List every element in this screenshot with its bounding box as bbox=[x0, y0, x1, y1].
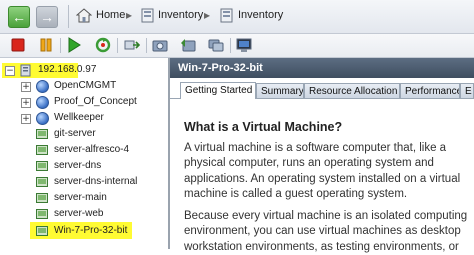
intro-paragraph: A virtual machine is a software computer… bbox=[184, 141, 474, 202]
tree-item[interactable]: server-dns bbox=[54, 158, 101, 173]
vm-details-panel: Win-7-Pro-32-bit Getting Started Summary… bbox=[170, 58, 474, 253]
globe-icon bbox=[36, 112, 49, 125]
expand-icon[interactable]: + bbox=[21, 114, 31, 124]
tab-getting-started[interactable]: Getting Started bbox=[180, 82, 256, 99]
paragraph-line: machine is called a guest operating syst… bbox=[184, 187, 408, 200]
second-paragraph: Because every virtual machine is an isol… bbox=[184, 209, 474, 255]
tab-strip: Getting Started Summary Resource Allocat… bbox=[170, 80, 474, 99]
breadcrumb-separator-icon: ▸ bbox=[204, 8, 211, 22]
revert-icon[interactable] bbox=[180, 37, 196, 53]
paragraph-line: environment, you can use virtual machine… bbox=[184, 225, 461, 238]
paragraph-line: physical computer, runs an operating sys… bbox=[184, 157, 434, 170]
vm-icon bbox=[36, 226, 48, 236]
home-icon[interactable] bbox=[76, 8, 92, 23]
inventory-icon bbox=[220, 8, 233, 23]
snapshot-icon[interactable] bbox=[152, 37, 168, 53]
collapse-icon[interactable]: − bbox=[5, 66, 15, 76]
play-icon[interactable] bbox=[66, 37, 82, 53]
tab-performance[interactable]: Performance bbox=[400, 83, 460, 98]
globe-icon bbox=[36, 80, 49, 93]
vm-icon bbox=[36, 145, 48, 155]
toolbar-divider bbox=[230, 38, 231, 53]
tree-item[interactable]: server-web bbox=[54, 206, 103, 221]
expand-icon[interactable]: + bbox=[21, 82, 31, 92]
tree-item[interactable]: server-dns-internal bbox=[54, 174, 137, 189]
tree-item[interactable]: server-alfresco-4 bbox=[54, 142, 129, 157]
manage-snapshots-icon[interactable] bbox=[208, 37, 224, 53]
breadcrumb-inventory-current[interactable]: Inventory bbox=[238, 9, 283, 21]
migrate-icon[interactable] bbox=[124, 37, 140, 53]
pause-icon[interactable] bbox=[38, 37, 54, 53]
tree-item[interactable]: Proof_Of_Concept bbox=[54, 94, 137, 109]
nav-divider bbox=[68, 5, 69, 28]
vm-icon bbox=[36, 177, 48, 187]
reset-icon[interactable] bbox=[95, 37, 111, 53]
vm-icon bbox=[36, 193, 48, 203]
inventory-icon bbox=[141, 8, 154, 23]
paragraph-line: applications. An operating system instal… bbox=[184, 172, 461, 185]
getting-started-page: What is a Virtual Machine? A virtual mac… bbox=[170, 99, 474, 253]
vm-icon bbox=[36, 209, 48, 219]
toolbar-divider bbox=[60, 38, 61, 53]
breadcrumb-separator-icon: ▸ bbox=[126, 8, 133, 22]
vm-toolbar bbox=[0, 34, 474, 58]
paragraph-line: workstation environments, as testing env… bbox=[184, 240, 459, 253]
vm-icon bbox=[36, 129, 48, 139]
stop-icon[interactable] bbox=[10, 37, 26, 53]
tree-item[interactable]: server-main bbox=[54, 190, 107, 205]
tab-summary[interactable]: Summary bbox=[256, 83, 304, 98]
vm-icon bbox=[36, 161, 48, 171]
host-icon bbox=[20, 64, 31, 77]
paragraph-line: A virtual machine is a software computer… bbox=[184, 142, 447, 154]
breadcrumb-inventory[interactable]: Inventory bbox=[158, 9, 203, 21]
breadcrumb-home[interactable]: Home bbox=[96, 9, 125, 21]
paragraph-line: Because every virtual machine is an isol… bbox=[184, 210, 468, 222]
vm-title: Win-7-Pro-32-bit bbox=[170, 58, 474, 78]
page-heading: What is a Virtual Machine? bbox=[184, 120, 343, 134]
globe-icon bbox=[36, 96, 49, 109]
tree-item[interactable]: Wellkeeper bbox=[54, 110, 104, 125]
forward-arrow-icon[interactable]: → bbox=[36, 6, 58, 28]
expand-icon[interactable]: + bbox=[21, 98, 31, 108]
toolbar-divider bbox=[146, 38, 147, 53]
console-icon[interactable] bbox=[236, 37, 252, 53]
back-arrow-icon[interactable]: ← bbox=[8, 6, 30, 28]
tree-item[interactable]: OpenCMGMT bbox=[54, 78, 116, 93]
tree-item[interactable]: git-server bbox=[54, 126, 96, 141]
toolbar-divider bbox=[117, 38, 118, 53]
tab-events[interactable]: E bbox=[460, 83, 474, 98]
tree-item-selected-label[interactable]: Win-7-Pro-32-bit bbox=[54, 223, 127, 238]
inventory-tree: − 192.168.0.97 + OpenCMGMT + Proof_Of_Co… bbox=[0, 58, 170, 249]
navigation-bar: ← → Home ▸ Inventory ▸ Inventory bbox=[0, 0, 474, 34]
tab-resource-allocation[interactable]: Resource Allocation bbox=[304, 83, 400, 98]
tree-root-label[interactable]: 192.168.0.97 bbox=[38, 62, 96, 77]
